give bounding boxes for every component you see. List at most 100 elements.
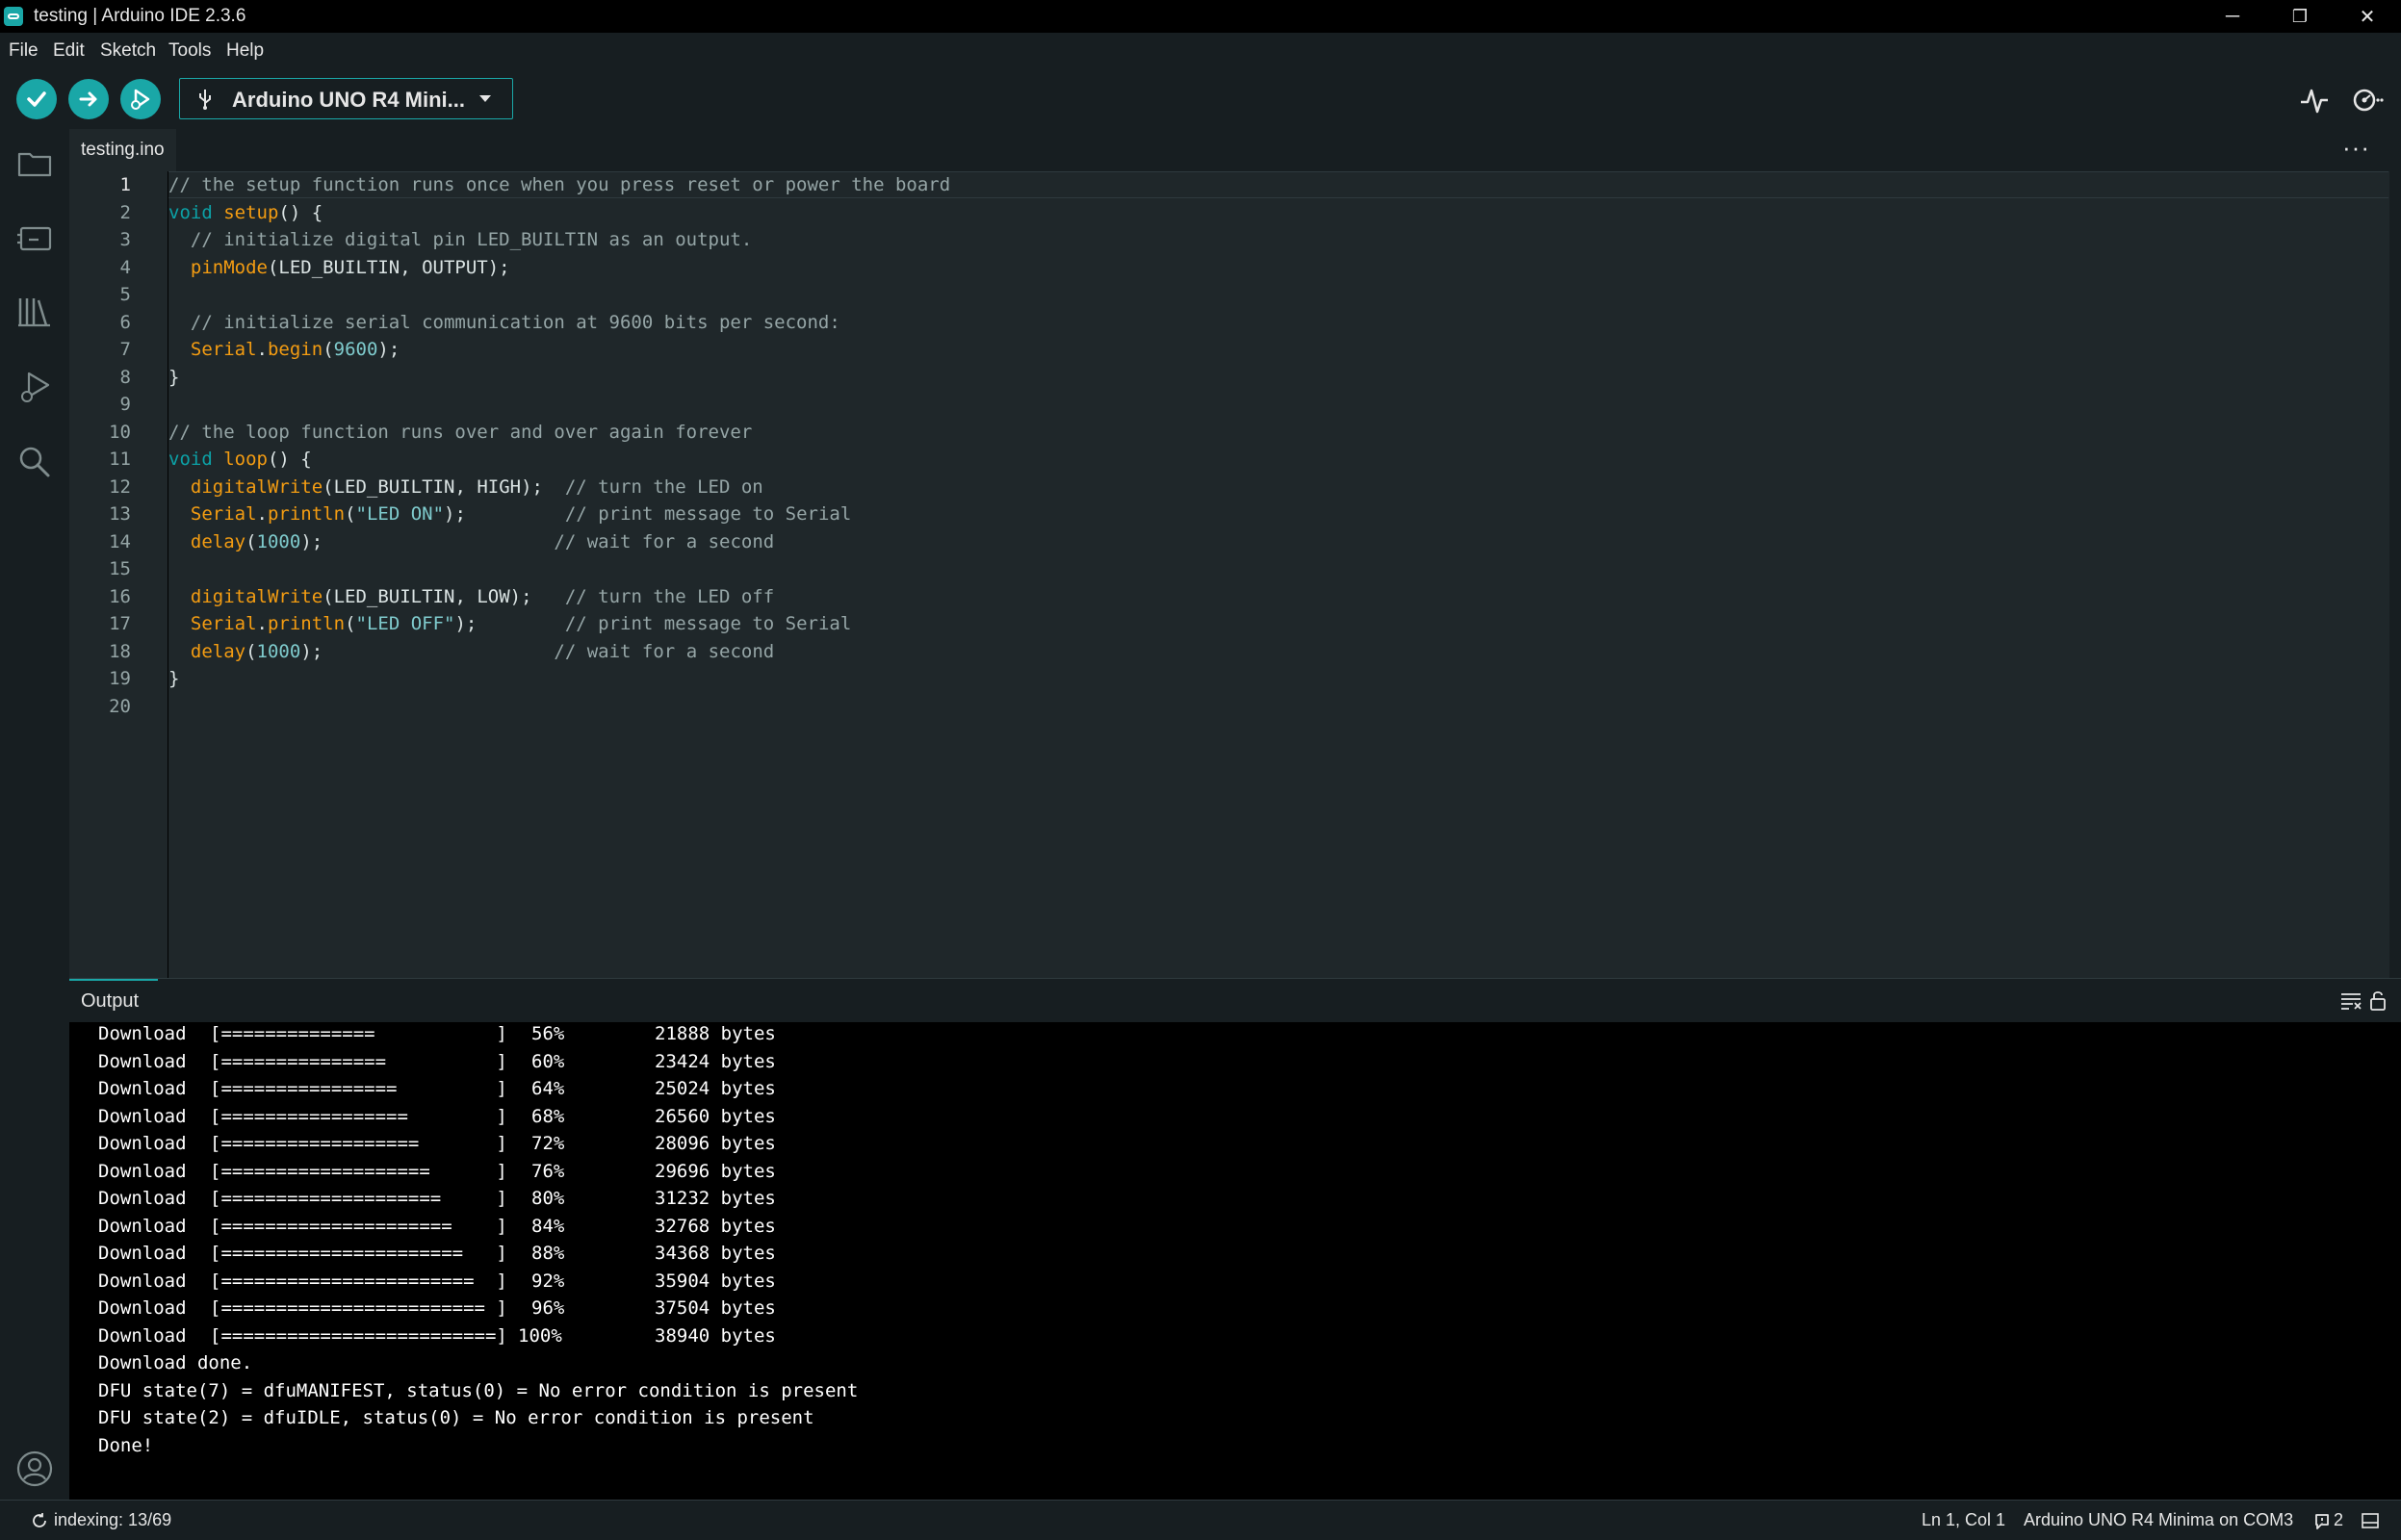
boards-manager-icon[interactable] [15,219,54,258]
log-bytes: 25024 bytes [655,1078,776,1099]
line-number: 20 [109,695,131,717]
number-literal: 1000 [256,640,301,662]
scroll-lock-icon[interactable] [2368,988,2388,1012]
minimize-button[interactable]: ─ [2199,0,2266,33]
log-bytes: 38940 bytes [655,1324,776,1347]
log-progress-bar: [=========================] [210,1324,507,1347]
log-bytes: 28096 bytes [655,1133,776,1154]
code-line[interactable]: void loop() { [168,446,312,473]
line-number: 19 [109,668,131,689]
notification-bell-icon[interactable] [2312,1512,2332,1531]
log-percent: 96% [531,1297,565,1319]
number-literal: 1000 [256,530,301,552]
log-bytes: 23424 bytes [655,1050,776,1072]
keyword: void [168,449,213,470]
menu-sketch[interactable]: Sketch [100,40,156,62]
account-icon[interactable] [15,1450,54,1488]
line-number: 3 [119,229,131,250]
output-log[interactable]: Download [============== ] 56% 21888 bytes … [69,1022,2389,1517]
code-line[interactable]: pinMode(LED_BUILTIN, OUTPUT); [168,254,510,281]
function-name: setup [223,201,279,223]
string-literal: "LED ON" [355,503,445,525]
function-name: delay [190,530,246,552]
comment: // initialize digital pin LED_BUILTIN as… [168,229,753,250]
upload-button[interactable] [68,79,109,119]
log-percent: 80% [531,1188,565,1209]
line-number: 18 [109,640,131,662]
clear-output-icon[interactable] [2339,990,2362,1012]
code-line[interactable]: digitalWrite(LED_BUILTIN, HIGH); // turn… [168,474,763,500]
log-line: DFU state(7) = dfuMANIFEST, status(0) = … [98,1379,859,1401]
code-text: ( [323,339,334,360]
code-line[interactable]: Serial.println("LED ON"); // print messa… [168,500,851,527]
function-name: digitalWrite [190,585,323,607]
menu-help[interactable]: Help [226,40,264,62]
sketchbook-folder-icon[interactable] [15,144,54,183]
log-label: Download [98,1050,187,1072]
debug-icon[interactable] [15,368,54,406]
code-line[interactable]: // the setup function runs once when you… [168,171,950,198]
object-name: Serial [190,503,257,525]
line-number: 6 [119,311,131,333]
search-icon[interactable] [15,443,54,481]
menu-file[interactable]: File [9,40,39,62]
log-label: Download [98,1160,187,1182]
line-number: 5 [119,284,131,305]
log-label: Download [98,1078,187,1099]
restore-button[interactable]: ❐ [2266,0,2334,33]
log-percent: 100% [518,1324,562,1347]
notification-count[interactable]: 2 [2334,1510,2343,1530]
usb-icon [199,90,211,110]
code-line[interactable]: // initialize digital pin LED_BUILTIN as… [168,226,752,253]
tab-testing-ino[interactable]: testing.ino [69,129,176,171]
line-number: 15 [109,558,131,579]
menu-tools[interactable]: Tools [168,40,211,62]
code-text: ( [245,530,257,552]
log-bytes: 29696 bytes [655,1160,776,1182]
code-line[interactable]: // the loop function runs over and over … [168,419,752,446]
log-percent: 76% [531,1160,565,1182]
code-text: ); [444,503,565,525]
function-name: loop [223,449,268,470]
more-actions-icon[interactable]: ··· [2342,133,2370,163]
menu-edit[interactable]: Edit [53,40,85,62]
serial-monitor-icon[interactable] [2349,83,2384,117]
board-port-status[interactable]: Arduino UNO R4 Minima on COM3 [2024,1510,2293,1530]
code-editor[interactable]: // the setup function runs once when you… [168,171,2388,978]
serial-plotter-icon[interactable] [2297,83,2332,117]
code-line[interactable]: digitalWrite(LED_BUILTIN, LOW); // turn … [168,583,774,610]
log-percent: 84% [531,1215,565,1237]
board-selector[interactable]: Arduino UNO R4 Mini... [179,78,513,119]
library-manager-icon[interactable] [15,293,54,331]
close-button[interactable]: ✕ [2334,0,2401,33]
code-text: ( [345,613,356,634]
comment: // turn the LED off [564,585,775,607]
log-label: Download [98,1188,187,1209]
code-line[interactable]: Serial.println("LED OFF"); // print mess… [168,610,851,637]
chevron-down-icon [479,95,491,102]
log-progress-bar: [================ ] [210,1078,507,1099]
output-title: Output [81,990,140,1012]
code-line[interactable]: delay(1000); // wait for a second [168,528,774,555]
output-panel: Output Download [============== ] 56% 21888… [69,978,2401,1517]
toggle-panel-icon[interactable] [2361,1512,2380,1529]
code-line[interactable]: // initialize serial communication at 96… [168,309,840,336]
code-line[interactable]: } [168,665,179,692]
window-title: testing | Arduino IDE 2.3.6 [34,6,246,26]
log-label: Download [98,1105,187,1127]
title-bar: testing | Arduino IDE 2.3.6 ─ ❐ ✕ [0,0,2401,33]
code-line[interactable]: Serial.begin(9600); [168,336,400,363]
log-progress-bar: [=================== ] [210,1160,507,1182]
code-line[interactable]: void setup() { [168,199,323,226]
cursor-position[interactable]: Ln 1, Col 1 [1922,1510,2005,1530]
code-line[interactable]: delay(1000); // wait for a second [168,638,774,665]
debug-button[interactable] [120,79,161,119]
output-tab-indicator [69,979,158,981]
code-line[interactable]: } [168,364,179,391]
comment: // the setup function runs once when you… [168,174,951,195]
log-bytes: 31232 bytes [655,1188,776,1209]
check-icon [27,91,46,107]
verify-button[interactable] [16,79,57,119]
log-percent: 72% [531,1133,565,1154]
keyword: void [168,201,213,223]
